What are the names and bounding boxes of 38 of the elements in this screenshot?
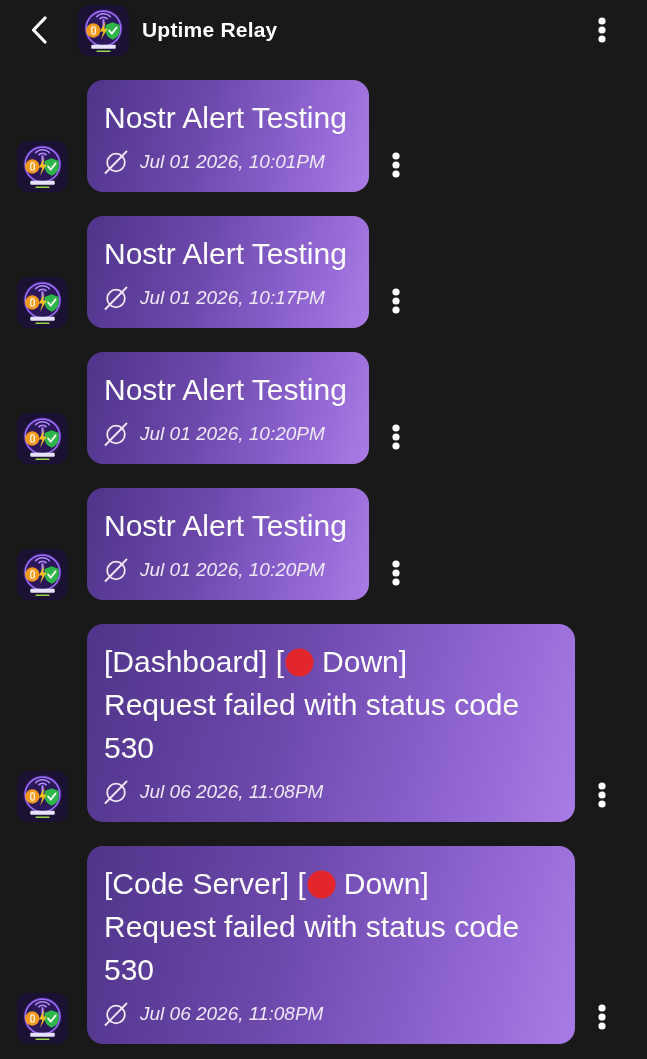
message-timestamp: Jul 01 2026, 10:20PM [140, 421, 325, 446]
message-timestamp: Jul 01 2026, 10:17PM [140, 285, 325, 310]
message-text: Nostr Alert Testing [104, 237, 347, 270]
message-text: Nostr Alert Testing [104, 373, 347, 406]
slashed-circle-icon [104, 780, 128, 804]
more-options-icon[interactable] [597, 1004, 607, 1030]
sender-avatar-icon [17, 771, 68, 822]
more-options-icon[interactable] [390, 288, 401, 314]
more-options-icon[interactable] [390, 560, 401, 586]
slashed-circle-icon [104, 558, 128, 582]
more-options-icon[interactable] [390, 152, 401, 178]
sender-avatar-icon [17, 141, 68, 192]
message-text: Down] [322, 645, 408, 678]
more-options-icon[interactable] [390, 424, 401, 450]
sender-avatar-icon [17, 549, 68, 600]
slashed-circle-icon [104, 422, 128, 446]
sender-avatar-icon [17, 277, 68, 328]
sender-avatar-icon [17, 413, 68, 464]
message-text: Nostr Alert Testing [104, 509, 347, 542]
message-timestamp: Jul 06 2026, 11:08PM [140, 779, 324, 804]
app-logo-icon [78, 4, 129, 56]
slashed-circle-icon [104, 150, 128, 174]
message-timestamp: Jul 06 2026, 11:08PM [140, 1001, 324, 1026]
more-options-icon[interactable] [597, 17, 607, 43]
message-timestamp: Jul 01 2026, 10:01PM [140, 149, 325, 174]
message-text: Nostr Alert Testing [104, 101, 347, 134]
back-icon[interactable] [30, 16, 48, 44]
message-text: [Dashboard] [ [104, 645, 285, 678]
message-text: Request failed with status code 530 [104, 910, 520, 986]
slashed-circle-icon [104, 286, 128, 310]
message-text: Request failed with status code 530 [104, 688, 520, 764]
slashed-circle-icon [104, 1002, 128, 1026]
message-timestamp: Jul 01 2026, 10:20PM [140, 557, 325, 582]
more-options-icon[interactable] [597, 782, 607, 808]
chat-title: Uptime Relay [142, 17, 278, 44]
sender-avatar-icon [17, 993, 68, 1044]
message-text: Down] [343, 867, 429, 900]
message-text: [Code Server] [ [104, 867, 306, 900]
